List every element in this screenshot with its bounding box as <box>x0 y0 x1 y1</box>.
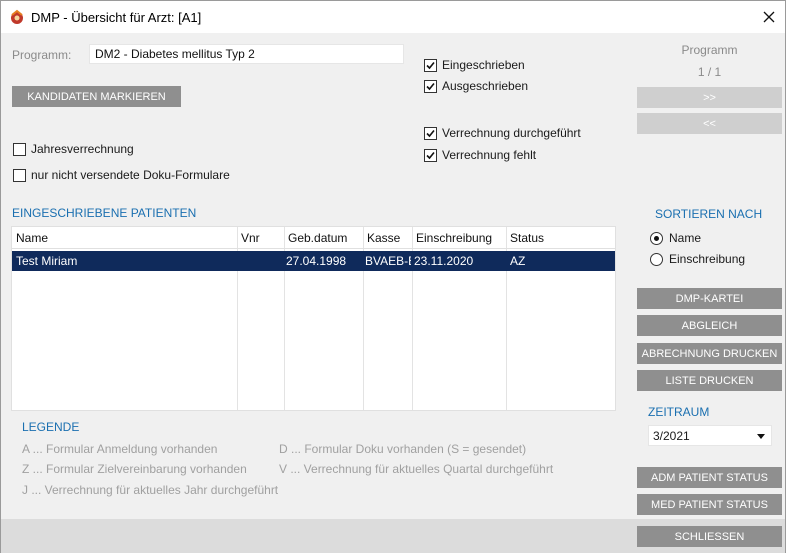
pager-title: Programm <box>681 43 738 57</box>
checkbox-box <box>13 142 26 156</box>
zeitraum-value: 3/2021 <box>653 429 690 443</box>
legend-title: LEGENDE <box>22 420 80 434</box>
dropdown-arrow-icon <box>757 434 765 439</box>
next-program-button[interactable]: >> <box>637 87 782 108</box>
prev-program-button[interactable]: << <box>637 113 782 134</box>
verrechnung-fehlt-label: Verrechnung fehlt <box>442 148 537 162</box>
checkmark-icon <box>424 58 437 72</box>
abgleich-button[interactable]: ABGLEICH <box>637 315 782 336</box>
ausgeschrieben-label: Ausgeschrieben <box>442 79 529 93</box>
patients-table[interactable]: Name Vnr Geb.datum Kasse Einschreibung S… <box>11 226 616 411</box>
checkmark-icon <box>424 148 437 162</box>
app-logo-icon <box>9 9 25 25</box>
verrechnung-durchgefuehrt-checkbox[interactable]: Verrechnung durchgeführt <box>424 126 581 140</box>
eingeschrieben-checkbox[interactable]: Eingeschrieben <box>424 58 525 72</box>
dmp-kartei-button[interactable]: DMP-KARTEI <box>637 288 782 309</box>
window-title: DMP - Übersicht für Arzt: [A1] <box>31 10 202 25</box>
radio-unselected-icon <box>650 252 663 266</box>
column-header-status[interactable]: Status <box>510 231 544 245</box>
cell-kasse: BVAEB-EB <box>365 254 411 268</box>
nicht-versendet-checkbox[interactable]: nur nicht versendete Doku-Formulare <box>13 168 230 182</box>
column-header-vnr[interactable]: Vnr <box>241 231 260 245</box>
radio-selected-icon <box>650 231 663 245</box>
med-patient-status-button[interactable]: MED PATIENT STATUS <box>637 494 782 515</box>
patients-section-title: EINGESCHRIEBENE PATIENTEN <box>12 206 197 220</box>
legend-item-d: D ... Formular Doku vorhanden (S = gesen… <box>279 442 527 456</box>
zeitraum-title: ZEITRAUM <box>648 405 710 419</box>
close-window-button[interactable] <box>753 1 785 33</box>
verrechnung-durchgefuehrt-label: Verrechnung durchgeführt <box>442 126 581 140</box>
liste-drucken-button[interactable]: LISTE DRUCKEN <box>637 370 782 391</box>
ausgeschrieben-checkbox[interactable]: Ausgeschrieben <box>424 79 528 93</box>
zeitraum-select[interactable]: 3/2021 <box>648 425 772 446</box>
sort-einschreibung-label: Einschreibung <box>669 252 746 266</box>
jahresverrechnung-checkbox[interactable]: Jahresverrechnung <box>13 142 134 156</box>
legend-item-v: V ... Verrechnung für aktuelles Quartal … <box>279 462 554 476</box>
adm-patient-status-button[interactable]: ADM PATIENT STATUS <box>637 467 782 488</box>
cell-status: AZ <box>510 254 526 268</box>
cell-gebdatum: 27.04.1998 <box>286 254 347 268</box>
legend-item-j: J ... Verrechnung für aktuelles Jahr dur… <box>22 483 279 497</box>
pager-value: 1 / 1 <box>697 65 722 79</box>
sort-name-radio[interactable]: Name <box>650 231 701 245</box>
programm-label: Programm: <box>12 48 72 62</box>
programm-field[interactable]: DM2 - Diabetes mellitus Typ 2 <box>89 44 404 64</box>
eingeschrieben-label: Eingeschrieben <box>442 58 525 72</box>
checkmark-icon <box>424 79 437 93</box>
verrechnung-fehlt-checkbox[interactable]: Verrechnung fehlt <box>424 148 536 162</box>
table-header: Name Vnr Geb.datum Kasse Einschreibung S… <box>12 227 615 249</box>
sort-einschreibung-radio[interactable]: Einschreibung <box>650 252 745 266</box>
dmp-window: DMP - Übersicht für Arzt: [A1] Programm:… <box>0 0 786 553</box>
column-header-gebdatum[interactable]: Geb.datum <box>288 231 347 245</box>
legend-item-a: A ... Formular Anmeldung vorhanden <box>22 442 218 456</box>
sort-section-title: SORTIEREN NACH <box>655 207 763 221</box>
close-icon <box>763 11 775 23</box>
cell-einschreibung: 23.11.2020 <box>414 254 474 268</box>
checkbox-box <box>13 168 26 182</box>
column-header-name[interactable]: Name <box>16 231 48 245</box>
table-row[interactable]: Test Miriam 27.04.1998 BVAEB-EB 23.11.20… <box>12 251 615 271</box>
cell-name: Test Miriam <box>16 254 78 268</box>
kandidaten-markieren-button[interactable]: KANDIDATEN MARKIEREN <box>12 86 181 107</box>
title-bar: DMP - Übersicht für Arzt: [A1] <box>1 1 785 33</box>
schliessen-button[interactable]: SCHLIESSEN <box>637 526 782 547</box>
jahresverrechnung-label: Jahresverrechnung <box>31 142 134 156</box>
abrechnung-drucken-button[interactable]: ABRECHNUNG DRUCKEN <box>637 343 782 364</box>
legend-item-z: Z ... Formular Zielvereinbarung vorhande… <box>22 462 247 476</box>
column-header-einschreibung[interactable]: Einschreibung <box>416 231 492 245</box>
nicht-versendet-label: nur nicht versendete Doku-Formulare <box>31 168 230 182</box>
checkmark-icon <box>424 126 437 140</box>
column-header-kasse[interactable]: Kasse <box>367 231 400 245</box>
sort-name-label: Name <box>669 231 702 245</box>
